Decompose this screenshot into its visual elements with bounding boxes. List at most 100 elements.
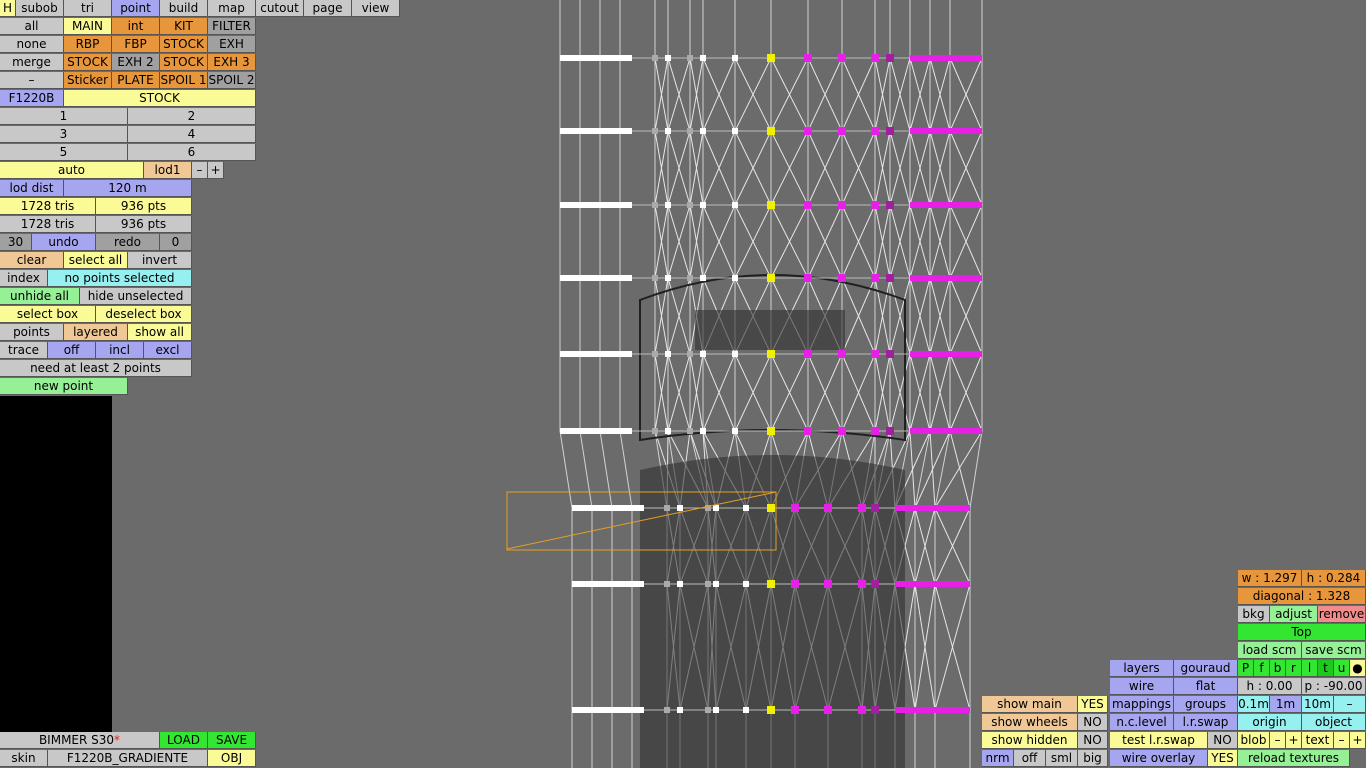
object-button[interactable]: object: [1302, 714, 1366, 731]
model-variant-button[interactable]: STOCK: [64, 90, 256, 107]
show-all-button[interactable]: show all: [128, 324, 192, 341]
grid-minus-button[interactable]: –: [1334, 696, 1366, 713]
layer-exh3-button[interactable]: EXH 3: [208, 54, 256, 71]
gouraud-button[interactable]: gouraud: [1174, 660, 1238, 677]
save-scm-button[interactable]: save scm: [1302, 642, 1366, 659]
menu-tri[interactable]: tri: [64, 0, 112, 17]
view-f-button[interactable]: f: [1254, 660, 1270, 677]
flat-button[interactable]: flat: [1174, 678, 1238, 695]
menu-subob[interactable]: subob: [16, 0, 64, 17]
redo-button[interactable]: redo: [96, 234, 160, 251]
show-wheels-value[interactable]: NO: [1078, 714, 1108, 731]
layer-spoil1-button[interactable]: SPOIL 1: [160, 72, 208, 89]
mappings-button[interactable]: mappings: [1110, 696, 1174, 713]
file-name[interactable]: BIMMER S30*: [0, 732, 160, 749]
menu-build[interactable]: build: [160, 0, 208, 17]
trace-excl-button[interactable]: excl: [144, 342, 192, 359]
grid-01m-button[interactable]: 0.1m: [1238, 696, 1270, 713]
undo-button[interactable]: undo: [32, 234, 96, 251]
skin-name[interactable]: F1220B_GRADIENTE: [48, 750, 208, 767]
lr-swap-button[interactable]: l.r.swap: [1174, 714, 1238, 731]
view-t-button[interactable]: t: [1318, 660, 1334, 677]
layers-button[interactable]: layers: [1110, 660, 1174, 677]
trace-off-button[interactable]: off: [48, 342, 96, 359]
nc-level-button[interactable]: n.c.level: [1110, 714, 1174, 731]
wire-overlay-value[interactable]: YES: [1208, 750, 1238, 767]
model-code-button[interactable]: F1220B: [0, 90, 64, 107]
slot-5-button[interactable]: 5: [0, 144, 128, 161]
layer-exh2-button[interactable]: EXH 2: [112, 54, 160, 71]
layer-plate-button[interactable]: PLATE: [112, 72, 160, 89]
layer-fbp-button[interactable]: FBP: [112, 36, 160, 53]
slot-6-button[interactable]: 6: [128, 144, 256, 161]
menu-map[interactable]: map: [208, 0, 256, 17]
layer-all-button[interactable]: all: [0, 18, 64, 35]
wire-overlay-button[interactable]: wire overlay: [1110, 750, 1208, 767]
show-main-button[interactable]: show main: [982, 696, 1078, 713]
grid-10m-button[interactable]: 10m: [1302, 696, 1334, 713]
lod-plus-button[interactable]: +: [208, 162, 224, 179]
menu-point[interactable]: point: [112, 0, 160, 17]
wire-button[interactable]: wire: [1110, 678, 1174, 695]
text-minus-button[interactable]: –: [1334, 732, 1350, 749]
layer-int-button[interactable]: int: [112, 18, 160, 35]
mode-nrm-button[interactable]: nrm: [982, 750, 1014, 767]
menu-cutout[interactable]: cutout: [256, 0, 304, 17]
new-point-button[interactable]: new point: [0, 378, 128, 395]
view-dot-button[interactable]: ●: [1350, 660, 1366, 677]
lod-auto-button[interactable]: auto: [0, 162, 144, 179]
select-box-button[interactable]: select box: [0, 306, 96, 323]
show-hidden-value[interactable]: NO: [1078, 732, 1108, 749]
layer-kit-button[interactable]: KIT: [160, 18, 208, 35]
p-angle-readout[interactable]: p : -90.00: [1302, 678, 1366, 695]
view-r-button[interactable]: r: [1286, 660, 1302, 677]
mode-off-button[interactable]: off: [1014, 750, 1046, 767]
h-angle-readout[interactable]: h : 0.00: [1238, 678, 1302, 695]
layer-spoil2-button[interactable]: SPOIL 2: [208, 72, 256, 89]
mode-big-button[interactable]: big: [1078, 750, 1108, 767]
slot-1-button[interactable]: 1: [0, 108, 128, 125]
lod-minus-button[interactable]: –: [192, 162, 208, 179]
view-b-button[interactable]: b: [1270, 660, 1286, 677]
layer-none-button[interactable]: none: [0, 36, 64, 53]
view-name-button[interactable]: Top: [1238, 624, 1366, 641]
show-wheels-button[interactable]: show wheels: [982, 714, 1078, 731]
grid-1m-button[interactable]: 1m: [1270, 696, 1302, 713]
origin-button[interactable]: origin: [1238, 714, 1302, 731]
blob-button[interactable]: blob: [1238, 732, 1270, 749]
select-all-button[interactable]: select all: [64, 252, 128, 269]
lod-dist-value[interactable]: 120 m: [64, 180, 192, 197]
layer-stock2-button[interactable]: STOCK: [64, 54, 112, 71]
layer-filter-button[interactable]: FILTER: [208, 18, 256, 35]
layer-dash-button[interactable]: –: [0, 72, 64, 89]
deselect-box-button[interactable]: deselect box: [96, 306, 192, 323]
blob-plus-button[interactable]: +: [1286, 732, 1302, 749]
text-button[interactable]: text: [1302, 732, 1334, 749]
text-plus-button[interactable]: +: [1350, 732, 1366, 749]
test-lr-swap-value[interactable]: NO: [1208, 732, 1238, 749]
view-l-button[interactable]: l: [1302, 660, 1318, 677]
layer-rbp-button[interactable]: RBP: [64, 36, 112, 53]
clear-button[interactable]: clear: [0, 252, 64, 269]
menu-h[interactable]: H: [0, 0, 16, 17]
load-scm-button[interactable]: load scm: [1238, 642, 1302, 659]
show-hidden-button[interactable]: show hidden: [982, 732, 1078, 749]
mode-sml-button[interactable]: sml: [1046, 750, 1078, 767]
unhide-all-button[interactable]: unhide all: [0, 288, 80, 305]
show-main-value[interactable]: YES: [1078, 696, 1108, 713]
save-button[interactable]: SAVE: [208, 732, 256, 749]
adjust-button[interactable]: adjust: [1270, 606, 1318, 623]
index-button[interactable]: index: [0, 270, 48, 287]
reload-textures-button[interactable]: reload textures: [1238, 750, 1350, 767]
view-p-button[interactable]: P: [1238, 660, 1254, 677]
trace-incl-button[interactable]: incl: [96, 342, 144, 359]
load-button[interactable]: LOAD: [160, 732, 208, 749]
slot-3-button[interactable]: 3: [0, 126, 128, 143]
layer-sticker-button[interactable]: Sticker: [64, 72, 112, 89]
slot-2-button[interactable]: 2: [128, 108, 256, 125]
layer-stock-button[interactable]: STOCK: [160, 36, 208, 53]
view-u-button[interactable]: u: [1334, 660, 1350, 677]
groups-button[interactable]: groups: [1174, 696, 1238, 713]
layer-merge-button[interactable]: merge: [0, 54, 64, 71]
slot-4-button[interactable]: 4: [128, 126, 256, 143]
